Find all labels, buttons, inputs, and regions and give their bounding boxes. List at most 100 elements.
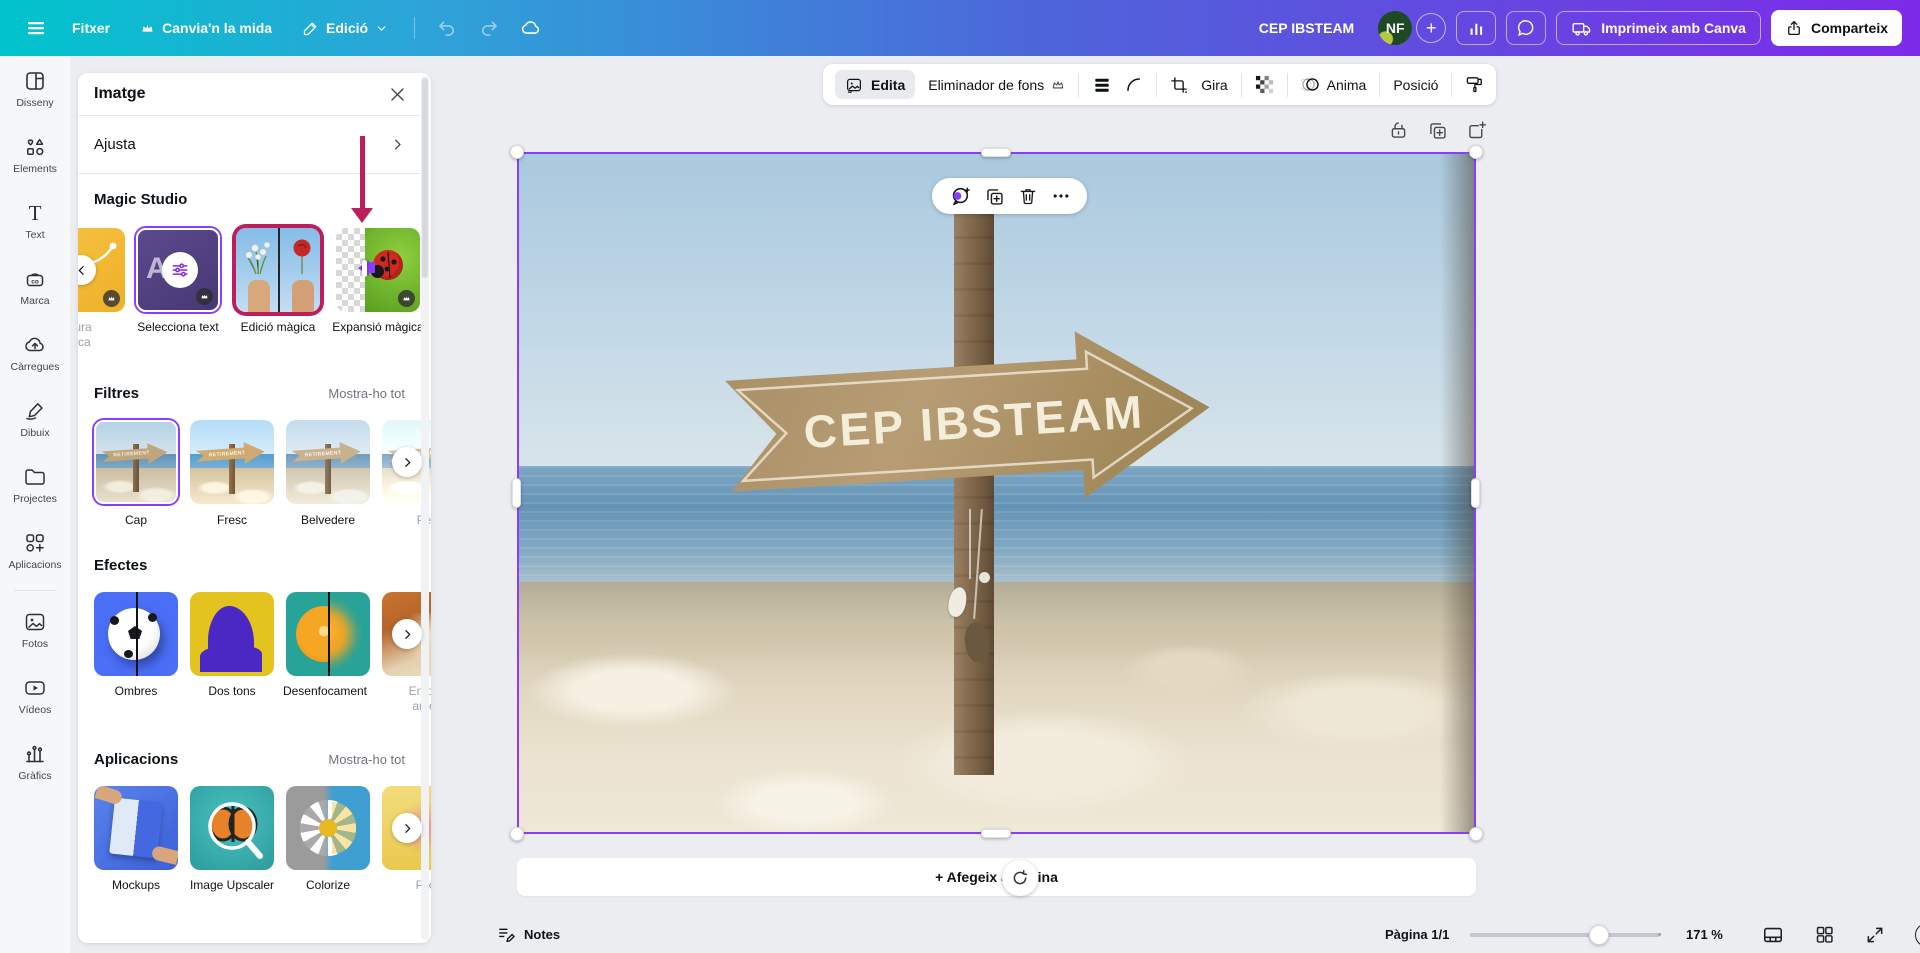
- resize-handle-bottom-left[interactable]: [510, 827, 524, 841]
- effects-header: Efectes: [94, 557, 405, 574]
- svg-text:co: co: [31, 278, 39, 285]
- cloud-save-status-button[interactable]: [513, 11, 549, 45]
- undo-button[interactable]: [429, 11, 465, 45]
- position-button[interactable]: Posició: [1393, 77, 1438, 93]
- sidebar-item-text[interactable]: T Text: [0, 188, 70, 254]
- notes-button[interactable]: Notes: [497, 916, 560, 953]
- app-colorize[interactable]: [286, 786, 370, 870]
- filter-none[interactable]: RETIREMENT: [94, 420, 178, 504]
- scroll-right-button[interactable]: [392, 447, 422, 477]
- resize-handle-top[interactable]: [981, 148, 1011, 157]
- adjust-row[interactable]: Ajusta: [78, 116, 421, 173]
- grid-view-icon: [1814, 924, 1835, 945]
- toolbar-divider: [1241, 73, 1242, 97]
- comments-button[interactable]: [1506, 11, 1546, 45]
- flowers-graphic: [236, 228, 320, 312]
- resize-handle-top-left[interactable]: [510, 145, 524, 159]
- duplicate-button[interactable]: [984, 186, 1005, 207]
- duplicate-page-button[interactable]: [1427, 120, 1448, 141]
- resize-handle-right[interactable]: [1471, 478, 1480, 508]
- avatar-initials: NF: [1386, 20, 1405, 36]
- sidebar-label: Disseny: [16, 97, 53, 109]
- app-label: Mockups: [88, 878, 184, 893]
- expand-handle: [362, 260, 367, 277]
- redo-button[interactable]: [471, 11, 507, 45]
- crop-button[interactable]: [1170, 76, 1188, 94]
- blur-right-half: [328, 592, 370, 676]
- more-options-button[interactable]: [1051, 186, 1071, 206]
- filter-belvedere[interactable]: RETIREMENT: [286, 420, 370, 504]
- app-image-upscaler[interactable]: [190, 786, 274, 870]
- magic-item-label: Expansió màgica: [330, 320, 426, 335]
- filter-fresc[interactable]: RETIREMENT: [190, 420, 274, 504]
- background-remover-button[interactable]: Eliminador de fons: [928, 77, 1065, 93]
- panel-scrollbar[interactable]: [421, 76, 429, 940]
- sidebar-item-brand[interactable]: co Marca: [0, 254, 70, 320]
- avatar[interactable]: NF: [1378, 11, 1412, 45]
- draw-pen-icon: [23, 399, 47, 423]
- sidebar-item-elements[interactable]: Elements: [0, 122, 70, 188]
- editing-mode-button[interactable]: Edició: [290, 12, 400, 45]
- scroll-right-button[interactable]: [392, 813, 422, 843]
- help-button[interactable]: ?: [1915, 923, 1920, 947]
- document-title[interactable]: CEP IBSTEAM: [1259, 20, 1354, 36]
- copy-style-button[interactable]: [1465, 75, 1484, 94]
- resize-button[interactable]: Canvia'n la mida: [128, 12, 284, 44]
- sidebar-item-projects[interactable]: Projectes: [0, 452, 70, 518]
- resize-handle-top-right[interactable]: [1469, 145, 1483, 159]
- main-menu-button[interactable]: [18, 11, 54, 45]
- rotate-button[interactable]: Gira: [1201, 77, 1227, 93]
- stroke-weight-button[interactable]: [1092, 75, 1112, 95]
- print-with-canva-button[interactable]: Imprimeix amb Canva: [1556, 11, 1761, 45]
- pages-view-button[interactable]: [1762, 924, 1784, 946]
- resize-handle-bottom[interactable]: [981, 829, 1011, 838]
- magic-item-magic-expand[interactable]: [336, 228, 420, 312]
- effect-shadows[interactable]: [94, 592, 178, 676]
- fullscreen-button[interactable]: [1865, 925, 1885, 945]
- comment-button[interactable]: [949, 185, 971, 207]
- add-page-icon-button[interactable]: [1466, 120, 1487, 141]
- lock-page-button[interactable]: [1388, 120, 1409, 141]
- magic-item-magic-edit[interactable]: [236, 228, 320, 312]
- sidebar-label: Vídeos: [19, 704, 52, 716]
- panel-divider: [78, 173, 421, 174]
- close-icon[interactable]: [388, 85, 407, 104]
- filters-row: RETIREMENT RETIREMENT RETIREMENT RETIREM…: [78, 420, 431, 504]
- sidebar-item-uploads[interactable]: Càrregues: [0, 320, 70, 386]
- image-panel: Imatge Ajusta Magic Studio Aa: [78, 73, 431, 943]
- app-mockups[interactable]: [94, 786, 178, 870]
- sidebar-item-design[interactable]: Disseny: [0, 56, 70, 122]
- magic-item-label: Selecciona text: [130, 320, 226, 335]
- effect-blur[interactable]: [286, 592, 370, 676]
- grid-view-button[interactable]: [1814, 924, 1835, 945]
- add-page-button[interactable]: + Afegeix a pàgina: [517, 858, 1476, 896]
- effect-duotone[interactable]: [190, 592, 274, 676]
- zoom-slider[interactable]: [1470, 933, 1660, 937]
- file-menu-button[interactable]: Fitxer: [60, 12, 122, 44]
- canvas-image[interactable]: CEP IBSTEAM: [517, 152, 1476, 834]
- animate-button[interactable]: Anima: [1301, 75, 1367, 94]
- insights-button[interactable]: [1456, 11, 1496, 45]
- magic-item-grab-text[interactable]: Aa: [136, 228, 220, 312]
- edit-image-button[interactable]: Edita: [835, 70, 915, 99]
- share-button[interactable]: Comparteix: [1771, 10, 1902, 46]
- animate-icon: [1301, 75, 1320, 94]
- sidebar-item-photos[interactable]: Fotos: [0, 597, 70, 663]
- sidebar-item-draw[interactable]: Dibuix: [0, 386, 70, 452]
- toolbar-divider: [1287, 73, 1288, 97]
- transparency-button[interactable]: [1255, 75, 1274, 94]
- apps-show-all-link[interactable]: Mostra-ho tot: [328, 752, 405, 767]
- resize-handle-left[interactable]: [512, 478, 521, 508]
- scroll-right-button[interactable]: [392, 619, 422, 649]
- corner-rounding-button[interactable]: [1125, 76, 1143, 94]
- add-member-button[interactable]: +: [1416, 13, 1446, 43]
- sidebar-item-charts[interactable]: Gràfics: [0, 729, 70, 795]
- delete-button[interactable]: [1018, 186, 1038, 206]
- effect-label: Ombres: [88, 684, 184, 699]
- zoom-slider-knob[interactable]: [1589, 925, 1609, 945]
- filters-title: Filtres: [94, 385, 139, 402]
- sidebar-item-apps[interactable]: Aplicacions: [0, 518, 70, 584]
- resize-handle-bottom-right[interactable]: [1469, 827, 1483, 841]
- filters-show-all-link[interactable]: Mostra-ho tot: [328, 386, 405, 401]
- sidebar-item-videos[interactable]: Vídeos: [0, 663, 70, 729]
